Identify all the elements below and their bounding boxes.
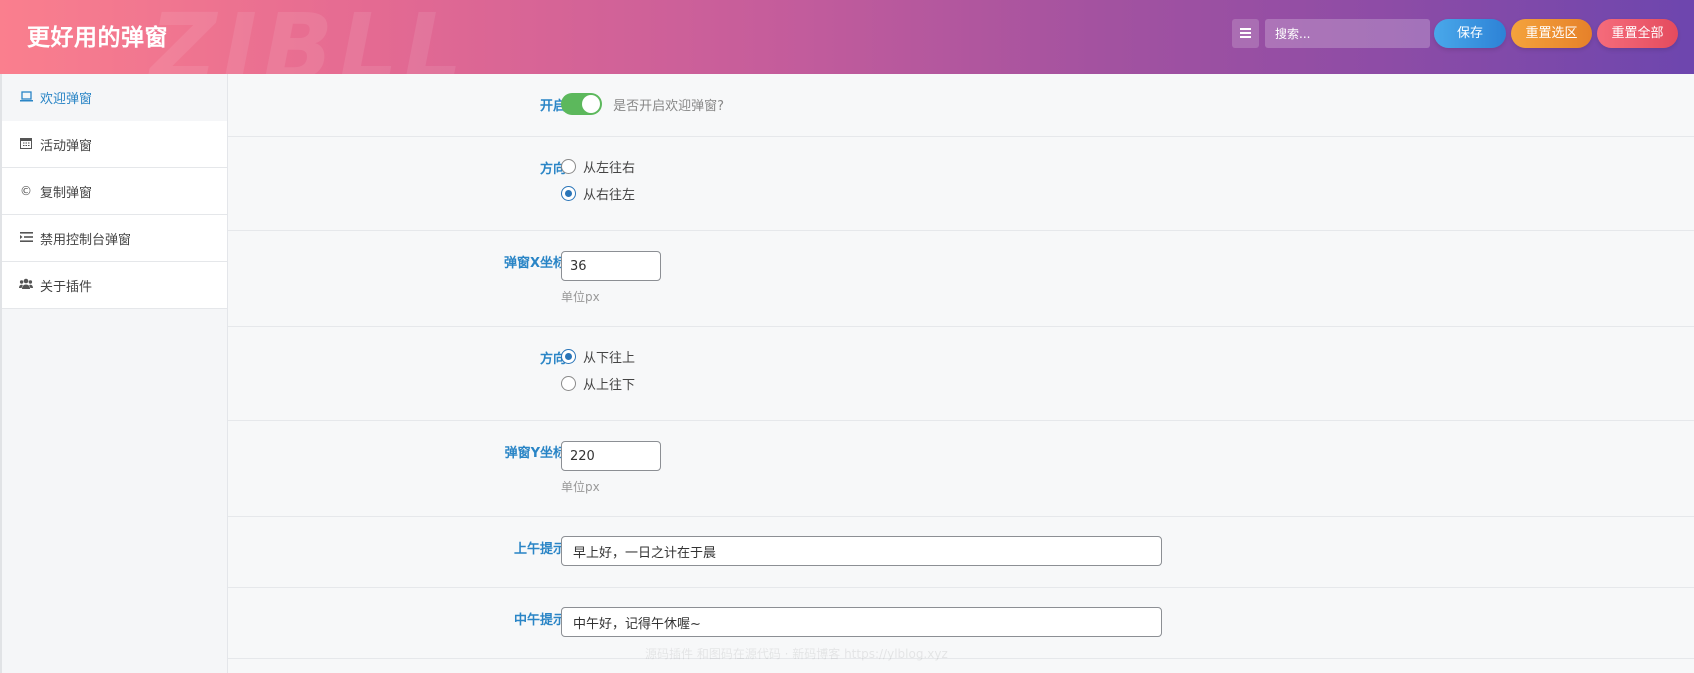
y-coord-field: 单位px [561,441,661,495]
morning-tip-input[interactable] [561,536,1162,566]
users-icon [18,278,34,292]
header-bar: ZIBLL 更好用的弹窗 保存 重置选区 重置全部 [0,0,1694,74]
y-coord-input[interactable] [561,441,661,471]
direction-x-options: 从左往右 从右往左 [561,153,635,207]
radio-button-checked[interactable] [561,186,576,201]
save-button[interactable]: 保存 [1434,19,1506,48]
y-coord-label: 弹窗Y坐标 [504,446,566,461]
enable-field: 是否开启欢迎弹窗? [561,93,724,115]
menu-toggle-button[interactable] [1232,19,1259,48]
noon-tip-row: 中午提示 [228,588,1694,659]
y-coord-row: 弹窗Y坐标 单位px [228,421,1694,517]
radio-label: 从左往右 [583,161,636,176]
radio-option[interactable]: 从下往上 [561,343,635,370]
morning-tip-label: 上午提示 [513,542,566,557]
direction-x-row: 方向 从左往右 从右往左 [228,137,1694,231]
enable-toggle[interactable] [561,93,602,115]
enable-row: 开启 是否开启欢迎弹窗? [228,74,1694,137]
sidebar-item-disable-console-popup[interactable]: 禁用控制台弹窗 [2,215,227,262]
direction-y-row: 方向 从下往上 从上往下 [228,327,1694,421]
copyright-icon: © [20,184,32,198]
radio-option[interactable]: 从左往右 [561,153,635,180]
radio-button[interactable] [561,159,576,174]
direction-y-options: 从下往上 从上往下 [561,343,635,397]
x-coord-input[interactable] [561,251,661,281]
page-title: 更好用的弹窗 [27,25,168,51]
radio-button[interactable] [561,376,576,391]
header-watermark: ZIBLL [150,0,469,74]
radio-option[interactable]: 从上往下 [561,370,635,397]
noon-tip-label: 中午提示 [513,613,566,628]
x-coord-field: 单位px [561,251,661,305]
radio-label: 从右往左 [583,188,636,203]
radio-option[interactable]: 从右往左 [561,180,635,207]
sidebar: 欢迎弹窗 活动弹窗 © 复制弹窗 禁用控制台弹窗 关于插件 [0,74,228,673]
sidebar-item-label: 欢迎弹窗 [40,92,93,107]
sidebar-item-label: 关于插件 [40,279,93,295]
menu-icon-line [1240,36,1251,38]
sidebar-item-copy-popup[interactable]: © 复制弹窗 [2,168,227,215]
sidebar-item-activity-popup[interactable]: 活动弹窗 [2,121,227,168]
sidebar-item-label: 禁用控制台弹窗 [40,232,132,248]
radio-label: 从下往上 [583,351,636,366]
calendar-icon [18,137,34,152]
footer-watermark: 源码插件 和图码在源代码 · 新码博客 https://ylblog.xyz [645,647,948,661]
radio-label: 从上往下 [583,378,636,393]
menu-icon [1240,28,1251,30]
radio-button-checked[interactable] [561,349,576,364]
x-coord-label: 弹窗X坐标 [503,256,566,271]
noon-tip-field [561,607,1162,637]
x-coord-row: 弹窗X坐标 单位px [228,231,1694,327]
morning-tip-field [561,536,1162,566]
sidebar-item-about-plugin[interactable]: 关于插件 [2,262,227,309]
enable-hint: 是否开启欢迎弹窗? [613,98,724,114]
indent-list-icon [18,231,34,245]
reset-section-button[interactable]: 重置选区 [1511,19,1592,48]
noon-tip-input[interactable] [561,607,1162,637]
reset-all-button[interactable]: 重置全部 [1597,19,1678,48]
x-coord-unit: 单位px [561,290,600,304]
morning-tip-row: 上午提示 [228,517,1694,588]
settings-panel: 开启 是否开启欢迎弹窗? 方向 从左往右 从右往左 弹窗X坐标 单位px 方向 [228,74,1694,673]
laptop-icon [18,90,34,105]
sidebar-item-label: 复制弹窗 [40,185,93,201]
sidebar-item-welcome-popup[interactable]: 欢迎弹窗 [2,74,227,121]
y-coord-unit: 单位px [561,480,600,494]
sidebar-item-label: 活动弹窗 [40,138,93,154]
menu-icon-line [1240,32,1251,34]
search-input[interactable] [1265,19,1430,48]
